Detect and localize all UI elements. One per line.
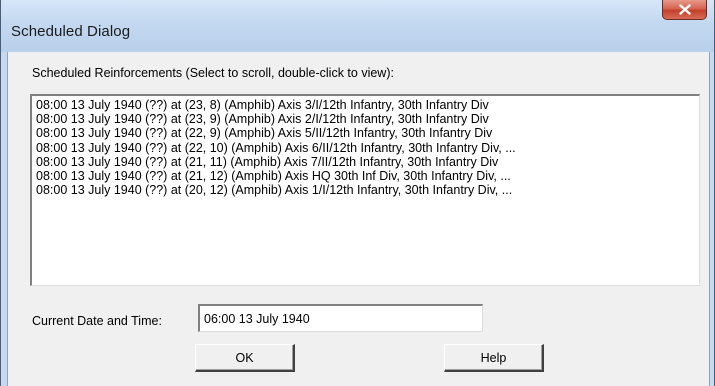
list-item[interactable]: 08:00 13 July 1940 (??) at (22, 9) (Amph… (36, 126, 699, 140)
ok-button[interactable]: OK (195, 344, 295, 372)
list-item[interactable]: 08:00 13 July 1940 (??) at (22, 10) (Amp… (36, 141, 699, 155)
title-bar[interactable]: Scheduled Dialog (1, 0, 714, 52)
close-button[interactable] (662, 0, 707, 20)
list-item[interactable]: 08:00 13 July 1940 (??) at (21, 12) (Amp… (36, 169, 699, 183)
list-item[interactable]: 08:00 13 July 1940 (??) at (23, 8) (Amph… (36, 98, 699, 112)
current-date-time-field[interactable] (198, 304, 483, 332)
reinforcements-listbox[interactable]: 08:00 13 July 1940 (??) at (23, 8) (Amph… (30, 94, 700, 286)
window-title: Scheduled Dialog (11, 23, 131, 40)
reinforcements-label: Scheduled Reinforcements (Select to scro… (32, 66, 394, 80)
scheduled-dialog-window: Scheduled Dialog Scheduled Reinforcement… (0, 0, 715, 386)
dialog-client-area: Scheduled Reinforcements (Select to scro… (7, 52, 710, 386)
help-button[interactable]: Help (444, 344, 544, 372)
list-item[interactable]: 08:00 13 July 1940 (??) at (23, 9) (Amph… (36, 112, 699, 126)
list-item[interactable]: 08:00 13 July 1940 (??) at (20, 12) (Amp… (36, 183, 699, 197)
close-icon (678, 4, 691, 15)
current-date-time-label: Current Date and Time: (32, 314, 162, 328)
list-item[interactable]: 08:00 13 July 1940 (??) at (21, 11) (Amp… (36, 155, 699, 169)
